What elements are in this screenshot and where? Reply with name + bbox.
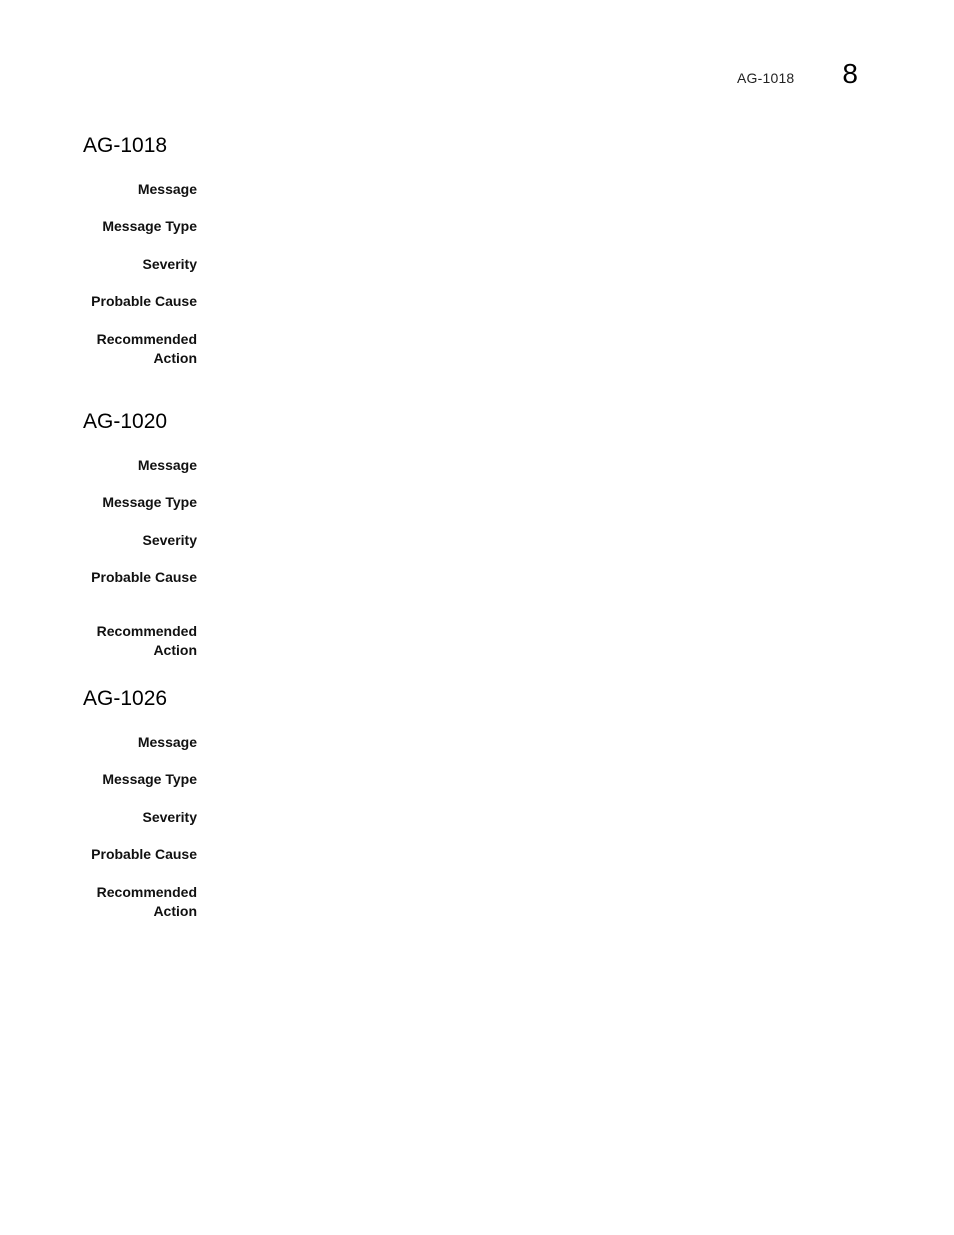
field-label-probable-cause: Probable Cause — [91, 846, 197, 862]
field-label-recommended-action: Recommended Action — [83, 330, 197, 368]
running-header-title: AG-1018 — [736, 70, 795, 86]
field-label-line: Action — [153, 903, 197, 919]
field-label-probable-cause: Probable Cause — [91, 293, 197, 309]
field-label-message-type: Message Type — [102, 771, 197, 787]
field-label-severity: Severity — [142, 532, 197, 548]
field-label-message-type: Message Type — [102, 218, 197, 234]
field-label-line: Action — [153, 350, 197, 366]
field-label-message: Message — [137, 734, 197, 750]
field-label-recommended-action: Recommended Action — [83, 883, 197, 921]
field-label-line: Recommended — [96, 623, 197, 639]
field-label-line: Action — [153, 642, 197, 658]
section-title: AG-1020 — [83, 410, 168, 433]
message-section-ag-1026: AG-1026 Message Message Type Severity Pr… — [83, 687, 883, 919]
field-label-line: Recommended — [96, 331, 197, 347]
field-label-severity: Severity — [142, 256, 197, 272]
message-section-ag-1020: AG-1020 Message Message Type Severity Pr… — [83, 410, 883, 658]
field-label-probable-cause: Probable Cause — [91, 569, 197, 585]
field-label-severity: Severity — [142, 809, 197, 825]
field-label-message: Message — [137, 181, 197, 197]
field-label-line: Recommended — [96, 884, 197, 900]
chapter-number: 8 — [842, 58, 858, 89]
running-header: AG-1018 8 — [737, 58, 858, 90]
section-title: AG-1026 — [83, 687, 168, 710]
message-section-ag-1018: AG-1018 Message Message Type Severity Pr… — [83, 134, 883, 366]
section-title: AG-1018 — [83, 134, 168, 157]
field-label-message: Message — [137, 457, 197, 473]
field-label-message-type: Message Type — [102, 494, 197, 510]
field-label-recommended-action: Recommended Action — [83, 622, 197, 660]
